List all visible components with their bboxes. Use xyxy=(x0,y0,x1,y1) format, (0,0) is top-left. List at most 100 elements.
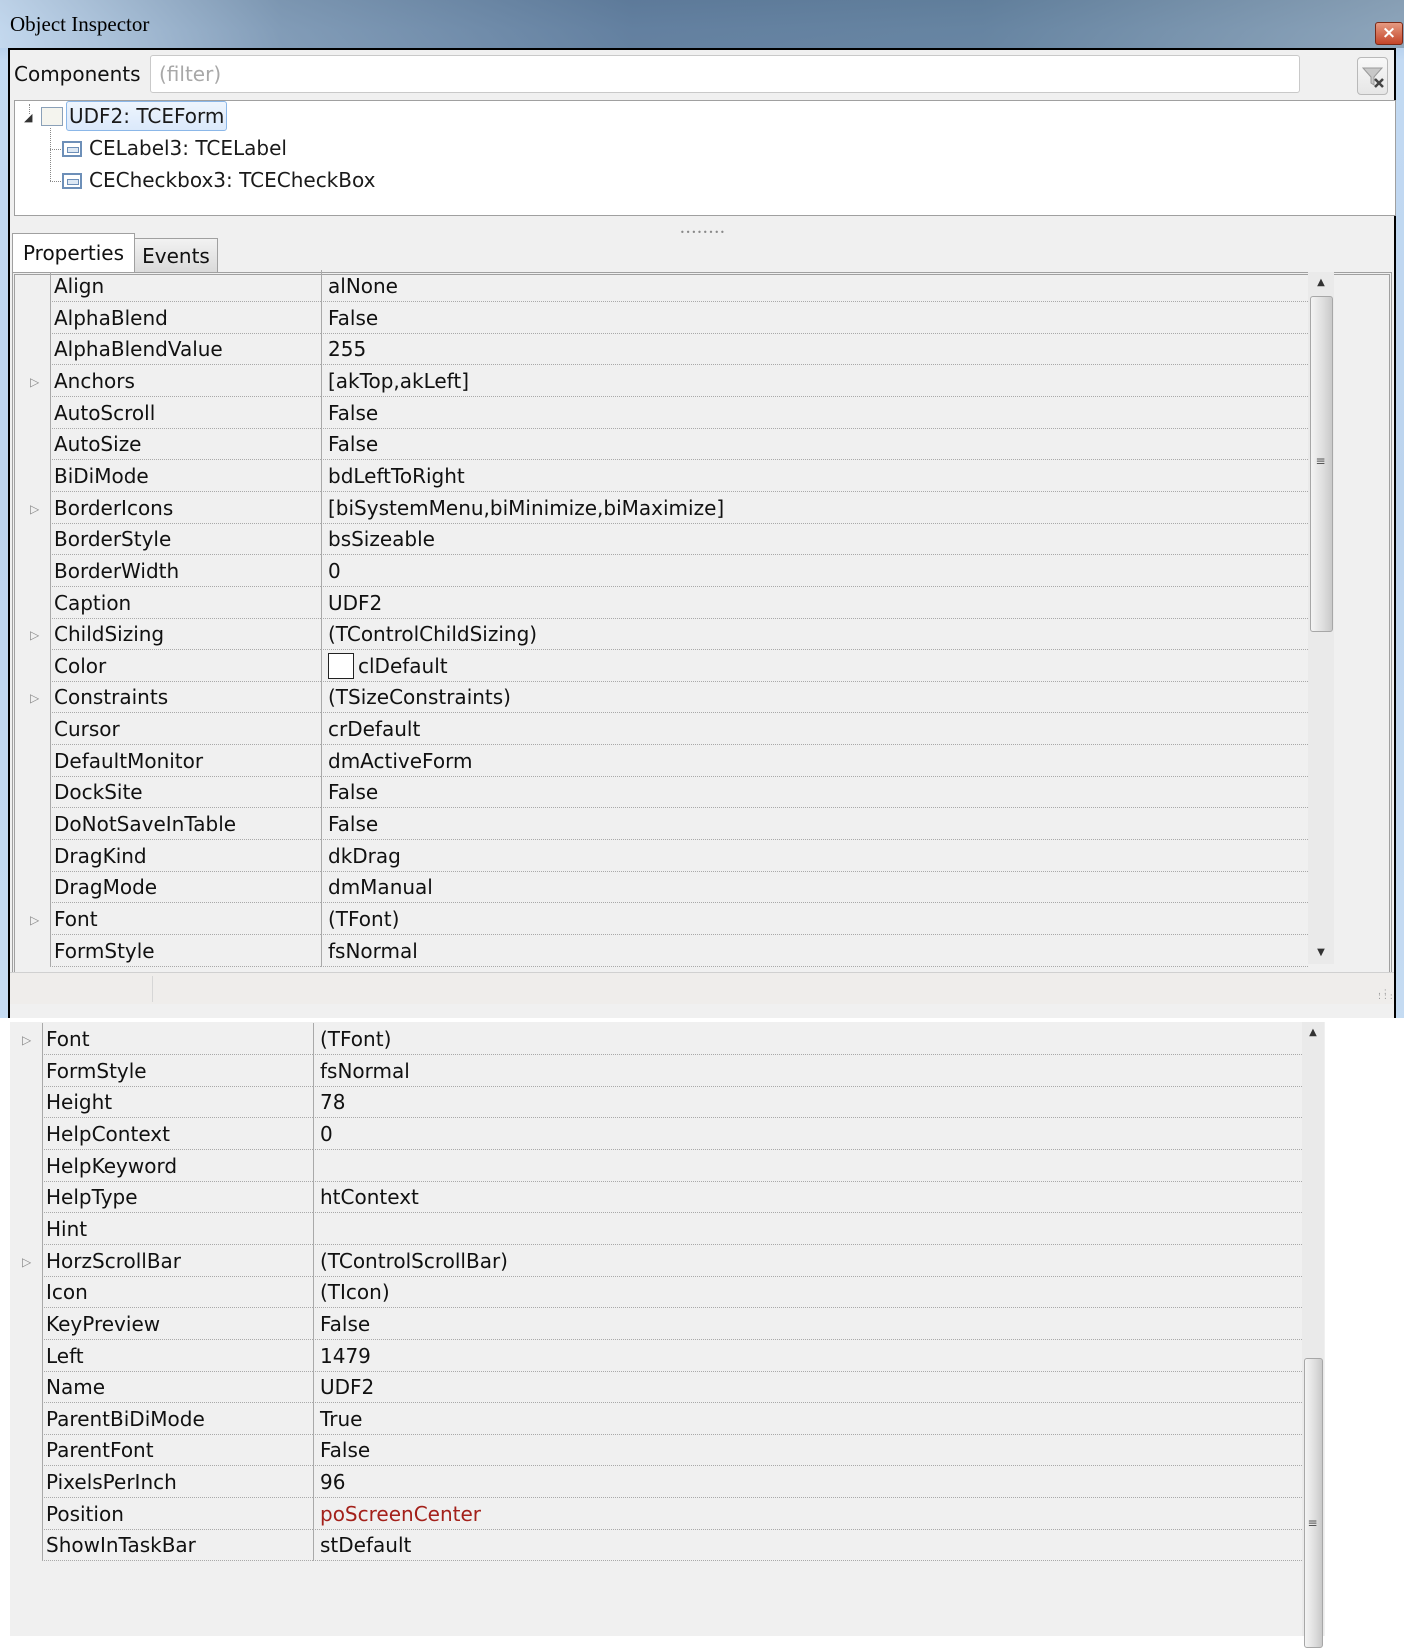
property-row[interactable]: ▷ BorderIcons [biSystemMenu,biMinimize,biM… xyxy=(16,491,1308,525)
property-row[interactable]: AlphaBlend False xyxy=(16,301,1308,335)
components-filter-input[interactable]: (filter) xyxy=(150,55,1300,93)
tree-item-root-label[interactable]: UDF2: TCEForm xyxy=(69,104,224,128)
scroll-up-arrow-icon[interactable]: ▲ xyxy=(1302,1022,1324,1044)
clear-filter-button[interactable] xyxy=(1357,57,1388,95)
property-row[interactable]: AutoScroll False xyxy=(16,396,1308,430)
property-value[interactable]: False xyxy=(321,776,1308,809)
property-value[interactable]: (TControlScrollBar) xyxy=(313,1244,1302,1277)
property-value[interactable]: (TSizeConstraints) xyxy=(321,681,1308,714)
property-row[interactable]: Align alNone xyxy=(16,270,1308,303)
property-row[interactable]: AutoSize False xyxy=(16,428,1308,461)
property-value[interactable] xyxy=(313,1212,1302,1245)
tree-item-cecheckbox3[interactable]: CECheckbox3: TCECheckBox xyxy=(89,168,375,192)
property-value[interactable]: False xyxy=(321,428,1308,461)
property-value[interactable]: (TIcon) xyxy=(313,1276,1302,1309)
scroll-down-arrow-icon[interactable]: ▼ xyxy=(1308,942,1334,964)
expand-arrow-icon[interactable]: ▷ xyxy=(30,375,39,389)
property-row[interactable]: BorderStyle bsSizeable xyxy=(16,523,1308,556)
property-value[interactable]: False xyxy=(321,808,1308,841)
property-value[interactable]: crDefault xyxy=(321,713,1308,746)
property-value[interactable]: False xyxy=(321,396,1308,429)
property-value[interactable]: dmManual xyxy=(321,871,1308,904)
splitter-handle[interactable]: •••••••• xyxy=(680,228,726,237)
property-row[interactable]: Height 78 xyxy=(8,1086,1302,1119)
property-value[interactable]: (TControlChildSizing) xyxy=(321,618,1308,651)
tree-item-celabel3[interactable]: CELabel3: TCELabel xyxy=(89,136,287,160)
property-row[interactable]: ▷ ChildSizing (TControlChildSizing) xyxy=(16,618,1308,651)
property-row[interactable]: Position poScreenCenter xyxy=(8,1497,1302,1531)
property-row[interactable]: Icon (TIcon) xyxy=(8,1276,1302,1309)
scroll-thumb[interactable]: ≡ xyxy=(1310,296,1333,632)
scroll-up-arrow-icon[interactable]: ▲ xyxy=(1308,272,1334,294)
expand-arrow-icon[interactable]: ▷ xyxy=(30,913,39,927)
property-row[interactable]: FormStyle fsNormal xyxy=(8,1054,1302,1088)
property-row[interactable]: HelpType htContext xyxy=(8,1181,1302,1214)
expand-arrow-icon[interactable]: ▷ xyxy=(30,691,39,705)
property-row[interactable]: HelpKeyword xyxy=(8,1149,1302,1183)
collapse-arrow-icon[interactable]: ◢ xyxy=(24,111,32,124)
property-row[interactable]: ▷ Font (TFont) xyxy=(8,1023,1302,1056)
property-value[interactable]: UDF2 xyxy=(321,586,1308,619)
property-row[interactable]: ▷ Anchors [akTop,akLeft] xyxy=(16,364,1308,398)
property-row[interactable]: Cursor crDefault xyxy=(16,713,1308,746)
property-value[interactable]: clDefault xyxy=(321,649,1308,682)
property-row[interactable]: FormStyle fsNormal xyxy=(16,934,1308,968)
properties-scrollbar[interactable]: ▲ ≡ ▼ xyxy=(1308,272,1334,964)
property-value[interactable]: stDefault xyxy=(313,1529,1302,1562)
property-row[interactable]: Caption UDF2 xyxy=(16,586,1308,620)
property-row[interactable]: ▷ Constraints (TSizeConstraints) xyxy=(16,681,1308,714)
property-value[interactable]: UDF2 xyxy=(313,1371,1302,1404)
property-value[interactable]: True xyxy=(313,1402,1302,1435)
property-row[interactable]: PixelsPerInch 96 xyxy=(8,1466,1302,1499)
property-value[interactable]: [biSystemMenu,biMinimize,biMaximize] xyxy=(321,491,1308,524)
property-value[interactable]: fsNormal xyxy=(313,1054,1302,1087)
property-row[interactable]: ShowInTaskBar stDefault xyxy=(8,1529,1302,1562)
close-button[interactable]: × xyxy=(1375,22,1403,45)
property-row[interactable]: DoNotSaveInTable False xyxy=(16,808,1308,841)
property-value[interactable]: poScreenCenter xyxy=(313,1497,1302,1530)
property-value[interactable]: fsNormal xyxy=(321,934,1308,967)
property-row[interactable]: DragMode dmManual xyxy=(16,871,1308,904)
properties-scrollbar-lower[interactable]: ▲ ≡ xyxy=(1302,1022,1324,1648)
property-row[interactable]: BiDiMode bdLeftToRight xyxy=(16,459,1308,493)
property-row[interactable]: BorderWidth 0 xyxy=(16,554,1308,588)
property-value[interactable]: alNone xyxy=(321,270,1308,302)
property-row[interactable]: DockSite False xyxy=(16,776,1308,809)
property-row[interactable]: Left 1479 xyxy=(8,1339,1302,1373)
property-value[interactable]: 255 xyxy=(321,333,1308,366)
expand-arrow-icon[interactable]: ▷ xyxy=(30,628,39,642)
property-value[interactable]: False xyxy=(313,1434,1302,1467)
tab-events[interactable]: Events xyxy=(134,238,218,272)
property-value[interactable]: htContext xyxy=(313,1181,1302,1214)
property-value[interactable]: False xyxy=(321,301,1308,334)
property-value[interactable]: 78 xyxy=(313,1086,1302,1119)
property-value[interactable]: 0 xyxy=(313,1117,1302,1150)
property-value[interactable]: 0 xyxy=(321,554,1308,587)
property-value[interactable] xyxy=(313,1149,1302,1182)
property-value[interactable]: (TFont) xyxy=(321,903,1308,935)
property-row[interactable]: ▷ Font (TFont) xyxy=(16,903,1308,936)
tab-properties[interactable]: Properties xyxy=(12,233,135,272)
resize-grip-icon[interactable]: . :: : : xyxy=(1378,988,1393,1002)
expand-arrow-icon[interactable]: ▷ xyxy=(30,502,39,516)
property-row[interactable]: Name UDF2 xyxy=(8,1371,1302,1404)
property-value[interactable]: dmActiveForm xyxy=(321,744,1308,777)
property-value[interactable]: (TFont) xyxy=(313,1023,1302,1055)
property-value[interactable]: [akTop,akLeft] xyxy=(321,364,1308,397)
property-value[interactable]: dkDrag xyxy=(321,839,1308,872)
property-row[interactable]: ParentBiDiMode True xyxy=(8,1402,1302,1436)
property-row[interactable]: DragKind dkDrag xyxy=(16,839,1308,873)
property-value[interactable]: 96 xyxy=(313,1466,1302,1499)
scroll-thumb[interactable]: ≡ xyxy=(1304,1358,1323,1648)
property-row[interactable]: ▷ HorzScrollBar (TControlScrollBar) xyxy=(8,1244,1302,1278)
property-value[interactable]: 1479 xyxy=(313,1339,1302,1372)
property-value[interactable]: bdLeftToRight xyxy=(321,459,1308,492)
property-row[interactable]: KeyPreview False xyxy=(8,1307,1302,1341)
property-row[interactable]: Hint xyxy=(8,1212,1302,1246)
expand-arrow-icon[interactable]: ▷ xyxy=(22,1255,31,1269)
property-value[interactable]: False xyxy=(313,1307,1302,1340)
property-row[interactable]: AlphaBlendValue 255 xyxy=(16,333,1308,366)
expand-arrow-icon[interactable]: ▷ xyxy=(22,1033,31,1047)
property-row[interactable]: Color clDefault xyxy=(16,649,1308,683)
property-value[interactable]: bsSizeable xyxy=(321,523,1308,556)
